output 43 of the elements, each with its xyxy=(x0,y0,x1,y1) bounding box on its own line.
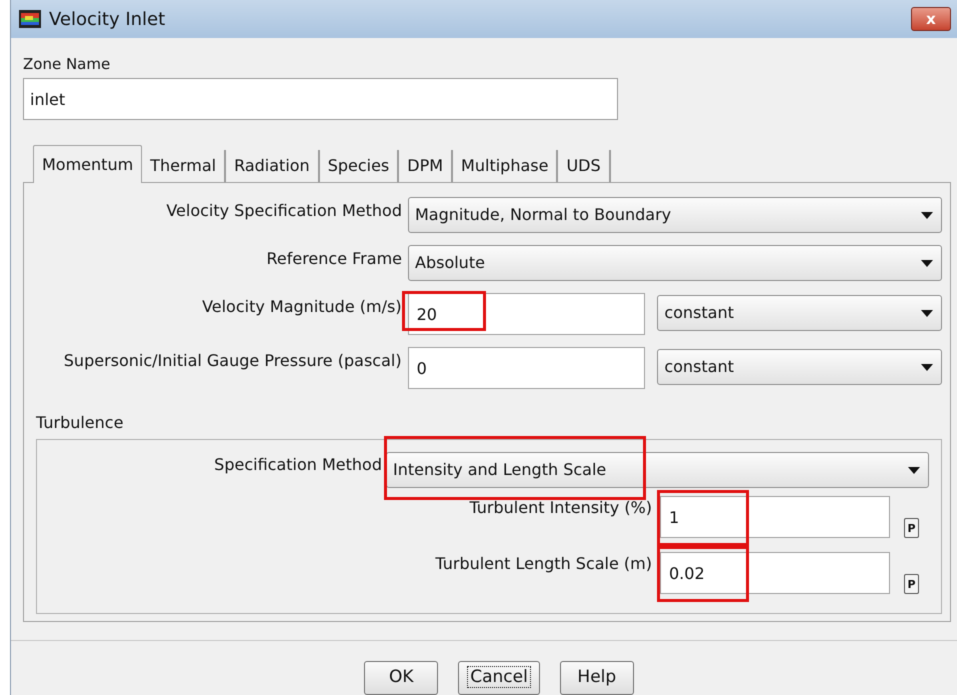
field-label: Zone Name xyxy=(23,54,112,74)
caret-icon xyxy=(908,466,920,474)
zone-name-field[interactable]: inlet xyxy=(23,78,618,120)
tab[interactable]: Momentum xyxy=(33,145,142,183)
parameter-button[interactable]: P xyxy=(904,518,919,538)
caret-icon xyxy=(921,260,933,266)
dropdown[interactable]: constant xyxy=(657,295,942,331)
dropdown-value: Magnitude, Normal to Boundary xyxy=(415,204,672,226)
dropdown-value: constant xyxy=(664,302,735,324)
group-label: Turbulence xyxy=(36,412,124,434)
dropdown[interactable]: Absolute xyxy=(408,245,942,281)
value-field[interactable]: 20 xyxy=(408,293,646,335)
field-label: Velocity Magnitude (m/s) xyxy=(201,296,402,317)
field-label: Reference Frame xyxy=(265,248,402,269)
dropdown[interactable]: Magnitude, Normal to Boundary xyxy=(408,197,942,233)
caret-icon xyxy=(921,212,933,218)
dropdown-value: constant xyxy=(664,356,735,378)
value-field[interactable]: 1 xyxy=(660,496,890,538)
caret-icon xyxy=(921,310,933,316)
value-field[interactable]: 0.02 xyxy=(660,552,890,594)
tab[interactable]: UDS xyxy=(558,150,611,182)
value-field[interactable]: 0 xyxy=(408,347,646,389)
field-label: Specification Method xyxy=(213,454,382,475)
caret-icon xyxy=(921,364,933,370)
window-title: Velocity Inlet xyxy=(49,8,166,32)
dropdown[interactable]: constant xyxy=(657,349,942,385)
dropdown-value: Intensity and Length Scale xyxy=(393,459,608,481)
field-label: Supersonic/Initial Gauge Pressure (pascal) xyxy=(62,350,402,371)
dialog-button[interactable]: OK xyxy=(364,661,438,695)
dropdown-value: Absolute xyxy=(415,252,486,274)
field-label: Turbulent Length Scale (m) xyxy=(434,553,652,574)
dropdown[interactable]: Intensity and Length Scale xyxy=(386,452,929,488)
app-icon xyxy=(19,10,41,28)
dialog-button[interactable]: Help xyxy=(560,661,634,695)
tab[interactable]: Thermal xyxy=(142,150,226,182)
field-label: Velocity Specification Method xyxy=(165,200,402,221)
tab[interactable]: DPM xyxy=(399,150,454,182)
tab[interactable]: Radiation xyxy=(226,150,320,182)
tab[interactable]: Species xyxy=(320,150,400,182)
tab[interactable]: Multiphase xyxy=(453,150,558,182)
dialog-button[interactable]: Cancel xyxy=(458,661,540,695)
parameter-button[interactable]: P xyxy=(904,574,919,594)
field-label: Turbulent Intensity (%) xyxy=(468,497,652,518)
